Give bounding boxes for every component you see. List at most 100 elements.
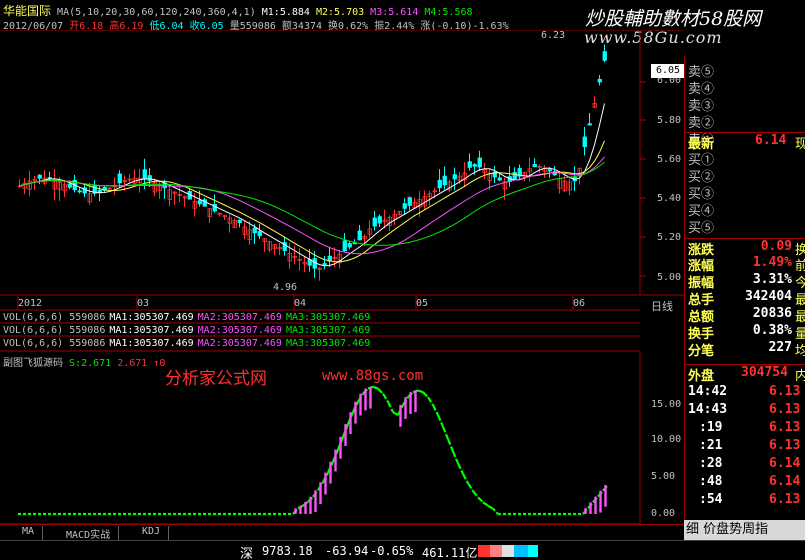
status-bar: 深 9783.18 -63.94 -0.65% 461.11亿 — [0, 540, 805, 560]
sub-chart-title: 副图飞狐源码 — [3, 358, 63, 369]
stat-value: 227 — [768, 340, 792, 355]
stat-value: 0.38% — [752, 323, 792, 338]
formula-url: www.88gs.com — [322, 368, 424, 384]
sub-axis-label: 10.00 — [651, 434, 682, 445]
indicator-segment — [467, 482, 474, 492]
stat-row: 总手 342404 最 — [685, 289, 805, 308]
vol-ma2: MA2:305307.469 — [197, 312, 282, 323]
volume-line: VOL(6,6,6) 559086 MA1:305307.469 MA2:30530… — [3, 338, 370, 349]
quote-panel: 卖⑤ 卖④ 卖③ 卖② 卖① 最新 6.14 现 买① 买② 买③ 买④ 买⑤ 涨跌 0.09 换涨… — [684, 56, 805, 526]
status-amount: 461.11亿 — [422, 546, 478, 560]
stat-row: 换手 0.38% 量 — [685, 323, 805, 342]
vol-ma3: MA3:305307.469 — [285, 325, 371, 336]
buy-row: 买⑤ — [685, 217, 805, 236]
indicator-segment — [372, 385, 379, 390]
stock-name: 华能国际 — [3, 4, 52, 18]
tab-kdj[interactable]: KDJ — [134, 526, 170, 540]
panel-tab-bar[interactable]: 细 价盘势周指 — [684, 520, 805, 540]
tick-row: :28 6.14 — [685, 456, 805, 473]
tab-macd[interactable]: MACD实战 — [58, 526, 120, 541]
status-neutral-block — [502, 545, 514, 557]
indicator-segment — [387, 401, 394, 413]
sell-row: 卖④ — [685, 78, 805, 97]
candle-body — [602, 51, 607, 61]
candle-body — [377, 216, 382, 224]
sub-axis-label: 5.00 — [651, 471, 676, 482]
vol-ma1: MA1:305307.469 — [109, 312, 194, 323]
candle-body — [357, 230, 362, 241]
tick-row: :19 6.13 — [685, 420, 805, 437]
vol-value: VOL(6,6,6) 559086 — [3, 325, 106, 336]
indicator-segment — [482, 501, 489, 507]
status-change: -63.94 — [325, 544, 369, 558]
candle-body — [407, 197, 412, 206]
candle-body — [587, 123, 592, 126]
sub-chart-s: S:2.671 — [69, 358, 112, 369]
sub-axis-label: 0.00 — [651, 508, 676, 519]
stat-label: 分笔 — [688, 344, 715, 359]
ma5-line — [19, 103, 605, 267]
vol-ma3: MA3:305307.469 — [285, 338, 371, 349]
price-label: 5.40 — [657, 193, 682, 204]
candle-body — [342, 240, 347, 251]
tick-price: 6.14 — [769, 456, 801, 471]
sub-chart-arrow: ↑0 — [153, 358, 166, 369]
candle-body — [467, 161, 472, 168]
status-down2-block — [528, 545, 538, 557]
tick-time: :54 — [699, 492, 723, 507]
candle-body — [582, 136, 587, 148]
price-label: 5.20 — [657, 232, 682, 243]
candle-body — [402, 203, 407, 209]
tick-row: :54 6.13 — [685, 492, 805, 509]
stat-value: 342404 — [745, 289, 792, 304]
sub-axis-label: 15.00 — [651, 399, 682, 410]
candle-body — [142, 169, 147, 180]
candle-body — [597, 79, 602, 83]
period-label[interactable]: 日线 — [651, 298, 673, 314]
date-label-2012: 2012 — [18, 298, 43, 309]
indicator-segment — [462, 473, 469, 484]
indicator-segment — [432, 404, 439, 416]
tab-ma[interactable]: MA — [14, 526, 44, 540]
candle-body — [257, 231, 262, 237]
kline-chart-area[interactable] — [0, 30, 684, 530]
tick-row: :48 6.14 — [685, 474, 805, 491]
candle-body — [497, 177, 502, 181]
date-label-04: 04 — [294, 298, 307, 309]
candle-body — [197, 200, 202, 205]
latest-value: 6.14 — [755, 133, 787, 148]
price-label: 5.60 — [657, 154, 682, 165]
indicator-segment — [377, 387, 384, 395]
indicator-segment — [422, 391, 429, 398]
sell-row: 卖② — [685, 112, 805, 131]
indicator-segment — [436, 414, 445, 428]
tick-time: 14:43 — [688, 402, 728, 417]
buy-row: 买① — [685, 149, 805, 168]
sub-chart-val2: 2.671 — [117, 358, 148, 369]
indicator-segment — [446, 438, 455, 452]
indicator-segment — [441, 426, 450, 440]
candle-body — [532, 164, 537, 168]
price-label: 5.80 — [657, 115, 682, 126]
sub-chart-header: 副图飞狐源码 S:2.671 2.671 ↑0 — [3, 354, 165, 369]
indicator-segment — [492, 507, 499, 515]
indicator-segment — [477, 496, 484, 503]
vol-ma2: MA2:305307.469 — [197, 338, 282, 349]
buy-row: 买② — [685, 166, 805, 185]
indicator-segment — [451, 451, 460, 464]
tick-price: 6.14 — [769, 474, 801, 489]
candle-body — [252, 227, 257, 234]
stat-value: 1.49% — [752, 255, 792, 270]
tick-time: :48 — [699, 474, 723, 489]
sell-row: 卖③ — [685, 95, 805, 114]
formula-site: 分析家公式网 — [165, 369, 267, 389]
candle-body — [347, 243, 352, 248]
tick-price: 6.13 — [769, 438, 801, 453]
indicator-segment — [427, 396, 434, 406]
indicator-segment — [472, 490, 479, 498]
tick-time: 14:42 — [688, 384, 728, 399]
ma20-line — [19, 156, 605, 255]
outer-disc-value: 304754 — [741, 365, 788, 380]
date-label-05: 05 — [416, 298, 429, 309]
indicator-segment — [382, 393, 389, 403]
